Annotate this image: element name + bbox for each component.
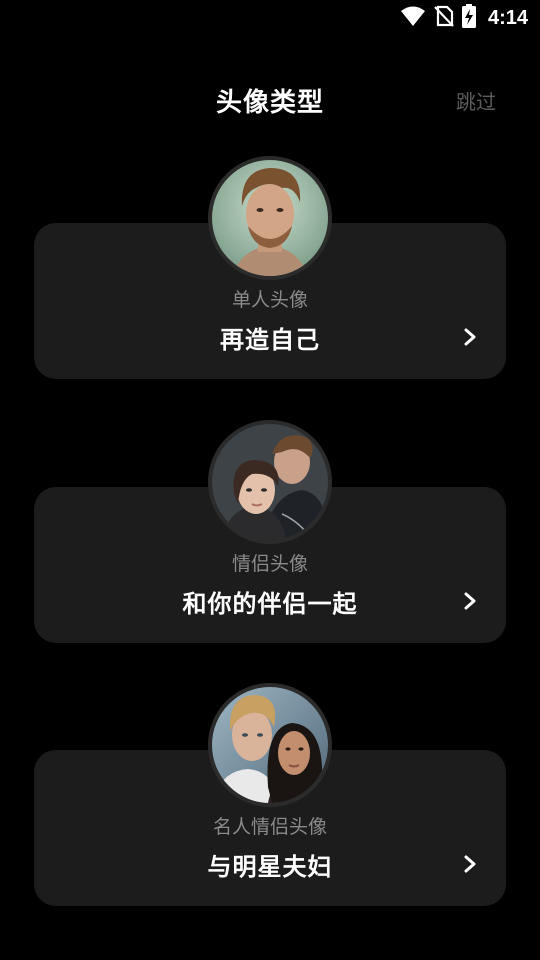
card-title: 与明星夫妇	[207, 853, 333, 881]
single-avatar-image	[208, 156, 332, 280]
card-subtitle: 名人情侣头像	[212, 816, 327, 838]
status-bar: 4:14	[0, 0, 540, 36]
status-time: 4:14	[487, 6, 528, 29]
couple-avatar-image	[208, 420, 332, 544]
header: 头像类型 跳过	[0, 78, 540, 122]
status-icons: 4:14	[400, 4, 528, 32]
card-subtitle: 单人头像	[231, 289, 308, 311]
card-title: 再造自己	[220, 326, 320, 354]
battery-charging-icon	[461, 4, 476, 32]
skip-button[interactable]: 跳过	[456, 86, 496, 115]
card-subtitle: 情侣头像	[231, 553, 308, 575]
card-title: 和你的伴侣一起	[182, 590, 358, 618]
no-sim-icon	[434, 5, 454, 31]
celebrity-avatar-image	[208, 683, 332, 807]
chevron-right-icon	[464, 592, 476, 610]
chevron-right-icon	[464, 855, 476, 873]
chevron-right-icon	[464, 328, 476, 346]
wifi-icon	[400, 5, 426, 31]
